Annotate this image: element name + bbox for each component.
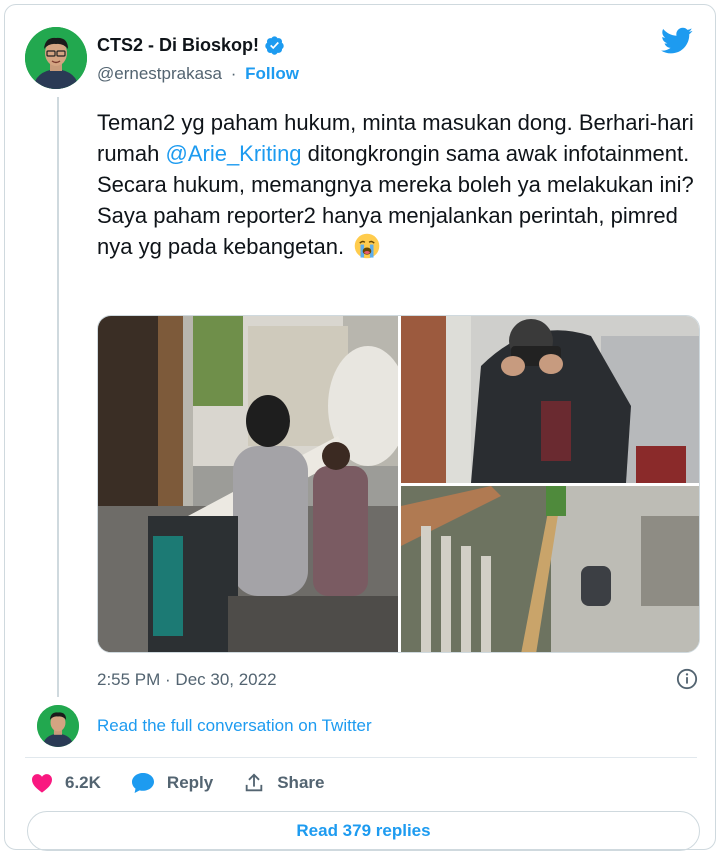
author-avatar-small[interactable] [37,705,79,747]
author-handle[interactable]: @ernestprakasa [97,64,222,83]
loudly-crying-face-icon [354,233,380,259]
thread-connector-line [57,97,59,697]
verified-badge-icon [265,36,284,55]
heart-icon [32,774,52,793]
author-display-name[interactable]: CTS2 - Di Bioskop! [97,35,259,56]
read-replies-button[interactable]: Read 379 replies [27,811,700,851]
info-icon[interactable] [676,668,698,690]
author-name-row: CTS2 - Di Bioskop! [97,35,285,56]
author-handle-row: @ernestprakasa · Follow [97,64,299,84]
tweet-timestamp[interactable]: 2:55 PM · Dec 30, 2022 [97,670,277,690]
media-photo-1[interactable] [98,316,398,652]
reply-label: Reply [166,773,214,792]
reply-button[interactable]: Reply [131,772,213,794]
reply-bubble-icon [131,773,154,793]
author-avatar[interactable] [25,27,87,89]
twitter-bird-icon[interactable] [661,27,693,55]
media-photo-3[interactable] [401,486,699,652]
actions-divider [25,757,697,758]
share-button[interactable]: Share [243,772,324,794]
like-button[interactable]: 6.2K [31,773,101,793]
like-count: 6.2K [65,773,101,792]
separator-dot: · [230,64,237,83]
share-label: Share [277,773,325,792]
media-photo-2[interactable] [401,316,699,483]
tweet-text: Teman2 yg paham hukum, minta masukan don… [97,107,697,262]
tweet-media-grid [97,315,700,653]
tweet-actions-bar: 6.2K Reply Share [31,772,354,794]
follow-link[interactable]: Follow [245,64,299,83]
embedded-tweet-card: CTS2 - Di Bioskop! @ernestprakasa · Foll… [4,4,716,851]
read-full-conversation-link[interactable]: Read the full conversation on Twitter [97,716,372,736]
mention-link[interactable]: @Arie_Kriting [165,141,301,166]
share-upload-icon [245,773,263,792]
